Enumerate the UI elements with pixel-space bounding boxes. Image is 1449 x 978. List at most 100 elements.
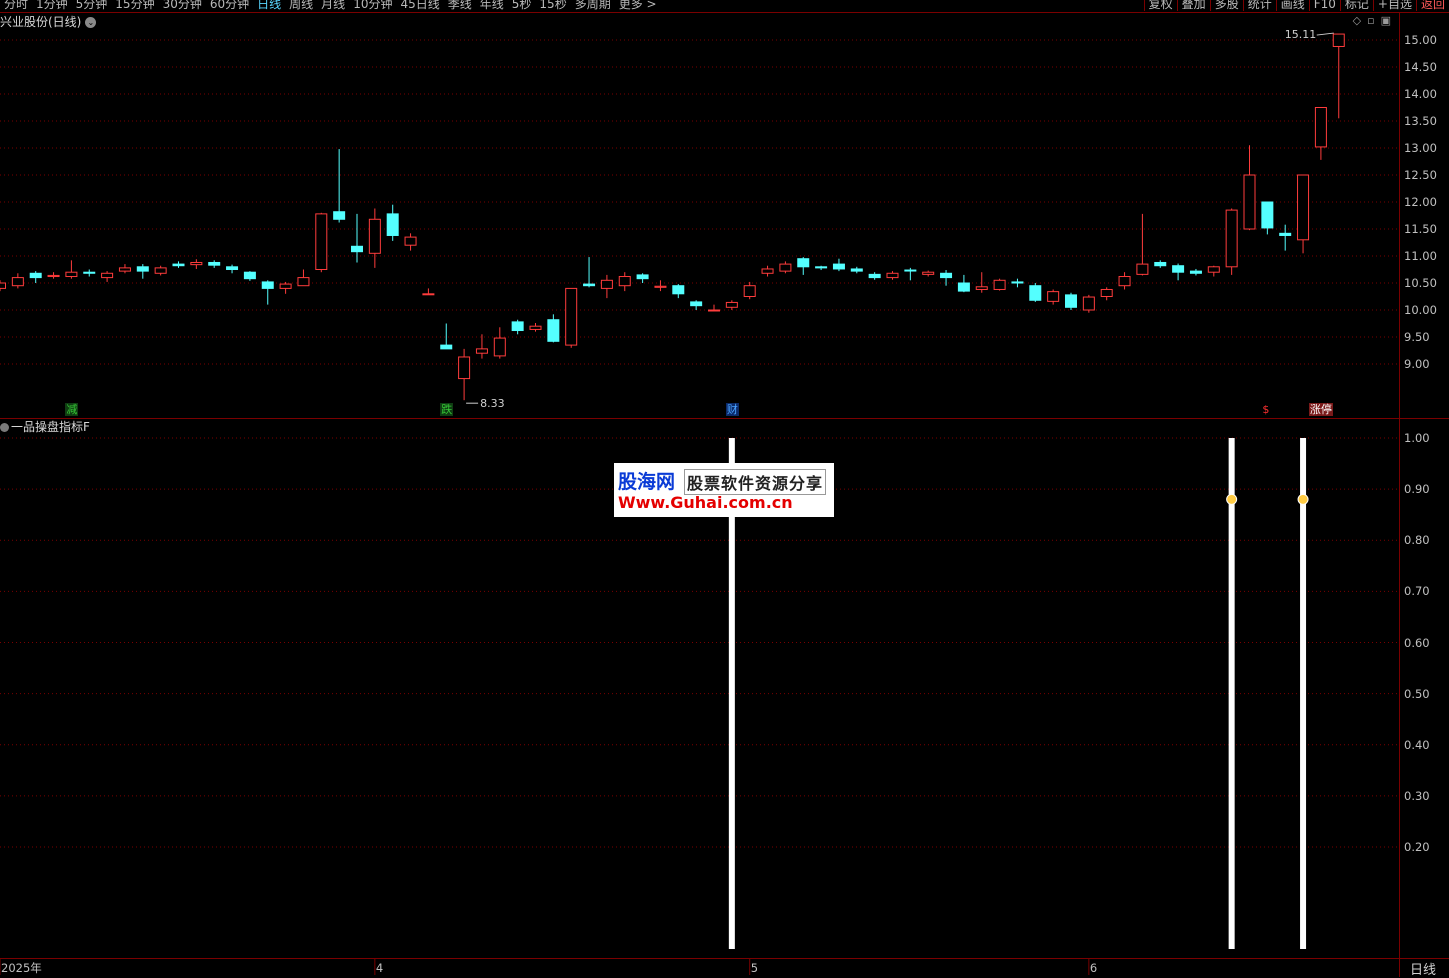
indicator-tick: 0.20 <box>1404 840 1430 854</box>
candle-body <box>547 319 560 342</box>
candle-body <box>922 271 935 275</box>
candle-body <box>65 271 78 278</box>
candle-body <box>243 271 256 280</box>
candle-body <box>868 273 881 279</box>
candle-body <box>1189 270 1202 274</box>
price-tick: 13.50 <box>1404 114 1437 128</box>
candle-body <box>618 276 631 287</box>
watermark-url: Www.Guhai.com.cn <box>618 493 793 512</box>
date-label: 4 <box>375 961 384 975</box>
event-marker[interactable]: 财 <box>725 403 739 416</box>
indicator-tick: 0.40 <box>1404 737 1430 752</box>
candle-body <box>1314 107 1327 148</box>
event-marker[interactable]: 涨停 <box>1308 403 1333 416</box>
candle-body <box>404 236 417 246</box>
signal-dot <box>1226 493 1238 505</box>
price-tick: 11.00 <box>1404 249 1437 263</box>
watermark-tagline: 股票软件资源分享 <box>684 469 827 495</box>
candle-body <box>1332 33 1345 47</box>
candle-body <box>422 293 435 296</box>
candle-body <box>940 272 953 279</box>
indicator-tick: 1.00 <box>1404 431 1430 445</box>
date-label: 5 <box>750 961 759 975</box>
high-arrow <box>1316 32 1334 36</box>
candle-body <box>154 267 167 274</box>
candle-body <box>636 274 649 280</box>
indicator-tick: 0.90 <box>1404 482 1430 497</box>
candle-body <box>815 266 828 269</box>
signal-dot <box>1297 493 1309 505</box>
candle-body <box>351 245 363 253</box>
candle-body <box>761 268 774 274</box>
candle-body <box>1154 261 1167 267</box>
candle-body <box>136 266 149 272</box>
candle-body <box>297 277 310 287</box>
price-tick: 15.00 <box>1404 33 1437 47</box>
candle-body <box>208 261 221 266</box>
candle-body <box>797 258 810 268</box>
candle-body <box>600 279 613 289</box>
indicator-tick: 0.70 <box>1404 584 1430 599</box>
candle-body <box>368 218 381 254</box>
price-tick: 13.00 <box>1404 141 1437 155</box>
period-label[interactable]: 日线 <box>1410 959 1436 978</box>
candle-body <box>279 283 292 289</box>
candle-body <box>458 356 471 380</box>
candle-body <box>583 283 596 287</box>
candle-body <box>475 348 488 354</box>
candle-body <box>1118 276 1131 287</box>
candle-body <box>654 285 667 288</box>
candle-body <box>333 211 346 220</box>
candle-body <box>386 213 399 236</box>
candle-body <box>708 309 720 312</box>
candle-body <box>993 279 1006 290</box>
indicator-tick: 0.80 <box>1404 533 1430 548</box>
indicator-tick: 0.50 <box>1404 686 1430 701</box>
candle-body <box>1029 285 1042 301</box>
indicator-tick: 0.60 <box>1404 635 1430 650</box>
candle-body <box>725 301 738 308</box>
candle-body <box>1172 265 1185 273</box>
candle-body <box>511 321 524 332</box>
event-marker[interactable]: 跌 <box>440 403 454 416</box>
candle-body <box>315 213 328 271</box>
candle-body <box>565 287 578 346</box>
candle-body <box>1136 263 1149 275</box>
candle-body <box>83 271 96 274</box>
price-tick: 11.50 <box>1404 222 1437 236</box>
candle-body <box>1207 266 1220 273</box>
candle-body <box>886 272 899 279</box>
candle-body <box>1065 294 1077 308</box>
candle-body <box>957 282 970 292</box>
candle-body <box>1279 232 1292 236</box>
candle-body <box>47 274 60 278</box>
event-marker[interactable]: $ <box>1261 403 1270 416</box>
candle-body <box>743 285 756 298</box>
candle-body <box>261 281 274 289</box>
candle-body <box>975 286 988 290</box>
price-tick: 10.50 <box>1404 276 1437 290</box>
candle-body <box>690 301 703 307</box>
high-price-label: 15.11 <box>1285 28 1317 41</box>
candle-body <box>672 285 685 295</box>
indicator-tick: 0.30 <box>1404 788 1430 803</box>
price-tick: 12.50 <box>1404 168 1437 182</box>
date-label: 2025年 <box>1 961 42 975</box>
candle-body <box>190 261 203 266</box>
candle-body <box>172 263 185 267</box>
signal-bar <box>1300 438 1307 949</box>
candle-body <box>1297 174 1310 241</box>
candle-body <box>832 263 845 270</box>
candle-body <box>1047 291 1060 302</box>
candle-body <box>493 337 506 357</box>
watermark-brand: 股海网 <box>618 471 676 493</box>
event-marker[interactable]: 减 <box>65 403 79 416</box>
date-label: 6 <box>1089 961 1098 975</box>
candle-body <box>1243 174 1256 230</box>
price-tick: 14.00 <box>1404 87 1437 101</box>
price-tick: 10.00 <box>1404 303 1437 317</box>
price-tick: 9.50 <box>1404 330 1430 344</box>
candle-body <box>101 272 114 279</box>
candle-body <box>1082 296 1095 311</box>
candle-body <box>118 267 131 272</box>
